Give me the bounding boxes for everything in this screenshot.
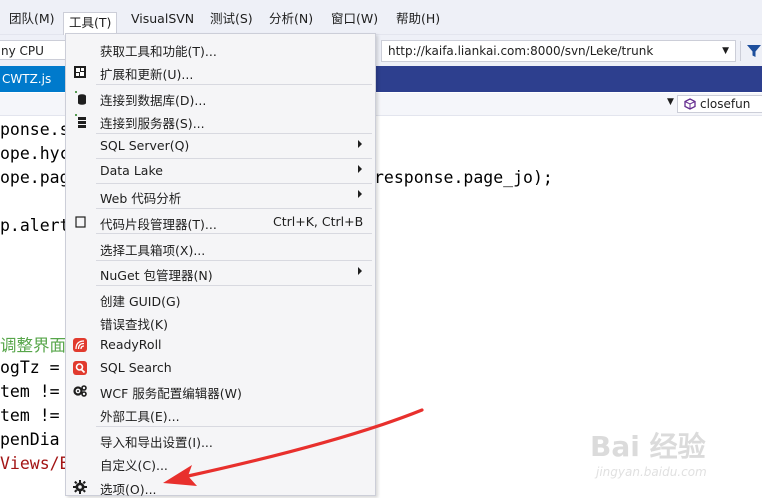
code-fragment: response.page_jo);	[374, 168, 553, 187]
menu-item-label: 错误查找(K)	[100, 317, 168, 332]
funnel-icon[interactable]	[746, 43, 762, 59]
svn-url-text: http://kaifa.liankai.com:8000/svn/Leke/t…	[388, 44, 654, 58]
menu-item-label: Data Lake	[100, 163, 163, 178]
chevron-down-icon[interactable]: ▼	[667, 97, 674, 107]
menu-separator	[96, 260, 372, 261]
menu-item-connect-server[interactable]: 连接到服务器(S)...	[66, 110, 375, 132]
baidu-watermark: Bai 经验 jingyan.baidu.com	[586, 425, 762, 485]
menu-item-readyroll[interactable]: ReadyRoll	[66, 334, 375, 356]
watermark-brand: Bai 经验	[590, 430, 706, 463]
menu-separator	[96, 133, 372, 134]
svn-url-combo[interactable]: http://kaifa.liankai.com:8000/svn/Leke/t…	[381, 40, 736, 62]
menu-team[interactable]: 团队(M)	[5, 10, 59, 28]
database-connect-icon	[75, 91, 86, 105]
platform-combo[interactable]: ny CPU	[0, 40, 66, 60]
menu-item-label: WCF 服务配置编辑器(W)	[100, 386, 242, 401]
submenu-arrow-icon	[358, 190, 362, 198]
code-line: tem !=	[0, 406, 70, 425]
member-name: closefun	[700, 97, 751, 111]
menu-item-label: 连接到数据库(D)...	[100, 93, 207, 108]
menu-item-label: ReadyRoll	[100, 337, 162, 352]
menu-item-get-tools[interactable]: 获取工具和功能(T)...	[66, 38, 375, 60]
menu-test[interactable]: 测试(S)	[206, 10, 257, 28]
menu-item-data-lake[interactable]: Data Lake	[66, 160, 375, 182]
menu-separator	[96, 208, 372, 209]
menu-bar: 团队(M) 工具(T) VisualSVN 测试(S) 分析(N) 窗口(W) …	[0, 0, 762, 35]
code-line: ogTz =	[0, 358, 70, 377]
menu-item-create-guid[interactable]: 创建 GUID(G)	[66, 288, 375, 310]
menu-separator	[96, 84, 372, 85]
menu-separator	[96, 158, 372, 159]
menu-item-label: Web 代码分析	[100, 191, 182, 206]
menu-tools[interactable]: 工具(T)	[63, 12, 118, 35]
menu-item-nuget[interactable]: NuGet 包管理器(N)	[66, 262, 375, 284]
code-line: ponse.s	[0, 120, 70, 139]
menu-visualsvn[interactable]: VisualSVN	[127, 10, 198, 28]
menu-item-sql-server[interactable]: SQL Server(Q)	[66, 135, 375, 157]
menu-separator	[96, 285, 372, 286]
code-line: penDia	[0, 430, 60, 449]
menu-item-external-tools[interactable]: 外部工具(E)...	[66, 403, 375, 425]
member-dropdown[interactable]: closefun	[677, 95, 762, 113]
menu-item-wcf-config[interactable]: WCF 服务配置编辑器(W)	[66, 380, 375, 402]
menu-item-label: SQL Server(Q)	[100, 138, 190, 153]
code-line: tem !=	[0, 382, 70, 401]
menu-item-options[interactable]: 选项(O)...	[66, 476, 375, 498]
wcf-config-icon	[73, 385, 87, 397]
menu-item-label: NuGet 包管理器(N)	[100, 268, 213, 283]
menu-item-label: 选项(O)...	[100, 482, 157, 497]
method-cube-icon	[684, 98, 696, 110]
menu-item-label: SQL Search	[100, 360, 172, 375]
menu-item-label: 连接到服务器(S)...	[100, 116, 205, 131]
menu-item-label: 创建 GUID(G)	[100, 294, 181, 309]
menu-separator	[96, 183, 372, 184]
extensions-icon	[74, 66, 86, 78]
menu-item-connect-database[interactable]: 连接到数据库(D)...	[66, 87, 375, 109]
tools-dropdown-menu: 获取工具和功能(T)... 扩展和更新(U)... 连接到数据库(D)... 连…	[65, 33, 376, 498]
menu-item-label: 自定义(C)...	[100, 458, 168, 473]
menu-item-label: 外部工具(E)...	[100, 409, 180, 424]
code-line: p.alert	[0, 216, 70, 235]
menu-item-label: 获取工具和功能(T)...	[100, 44, 217, 59]
menu-help[interactable]: 帮助(H)	[392, 10, 444, 28]
tab-cwtz-js[interactable]: CWTZ.js	[0, 66, 68, 92]
submenu-arrow-icon	[358, 165, 362, 173]
menu-item-snippet-manager[interactable]: 代码片段管理器(T)... Ctrl+K, Ctrl+B	[66, 211, 375, 233]
menu-item-error-lookup[interactable]: 错误查找(K)	[66, 311, 375, 333]
server-connect-icon	[75, 114, 86, 128]
watermark-url: jingyan.baidu.com	[596, 465, 707, 479]
menu-analyze[interactable]: 分析(N)	[265, 10, 317, 28]
menu-item-customize[interactable]: 自定义(C)...	[66, 452, 375, 474]
toolbar-divider	[740, 41, 741, 61]
readyroll-icon	[73, 338, 87, 352]
menu-window[interactable]: 窗口(W)	[327, 10, 382, 28]
gear-icon	[73, 480, 87, 494]
menu-item-label: 选择工具箱项(X)...	[100, 243, 206, 258]
menu-item-sql-search[interactable]: SQL Search	[66, 357, 375, 379]
menu-item-label: 导入和导出设置(I)...	[100, 435, 213, 450]
menu-item-choose-toolbox[interactable]: 选择工具箱项(X)...	[66, 237, 375, 259]
snippet-icon	[75, 216, 86, 228]
menu-item-label: 扩展和更新(U)...	[100, 67, 194, 82]
sql-search-icon	[73, 361, 87, 375]
chevron-down-icon[interactable]: ▼	[722, 41, 729, 61]
submenu-arrow-icon	[358, 140, 362, 148]
submenu-arrow-icon	[358, 267, 362, 275]
menu-item-label: 代码片段管理器(T)...	[100, 217, 217, 232]
menu-separator	[96, 233, 372, 234]
menu-item-web-code-analysis[interactable]: Web 代码分析	[66, 185, 375, 207]
menu-separator	[96, 426, 372, 427]
code-comment-line: 调整界面	[0, 336, 66, 355]
menu-item-import-export[interactable]: 导入和导出设置(I)...	[66, 429, 375, 451]
menu-item-shortcut: Ctrl+K, Ctrl+B	[273, 214, 364, 229]
menu-item-extensions[interactable]: 扩展和更新(U)...	[66, 61, 375, 83]
